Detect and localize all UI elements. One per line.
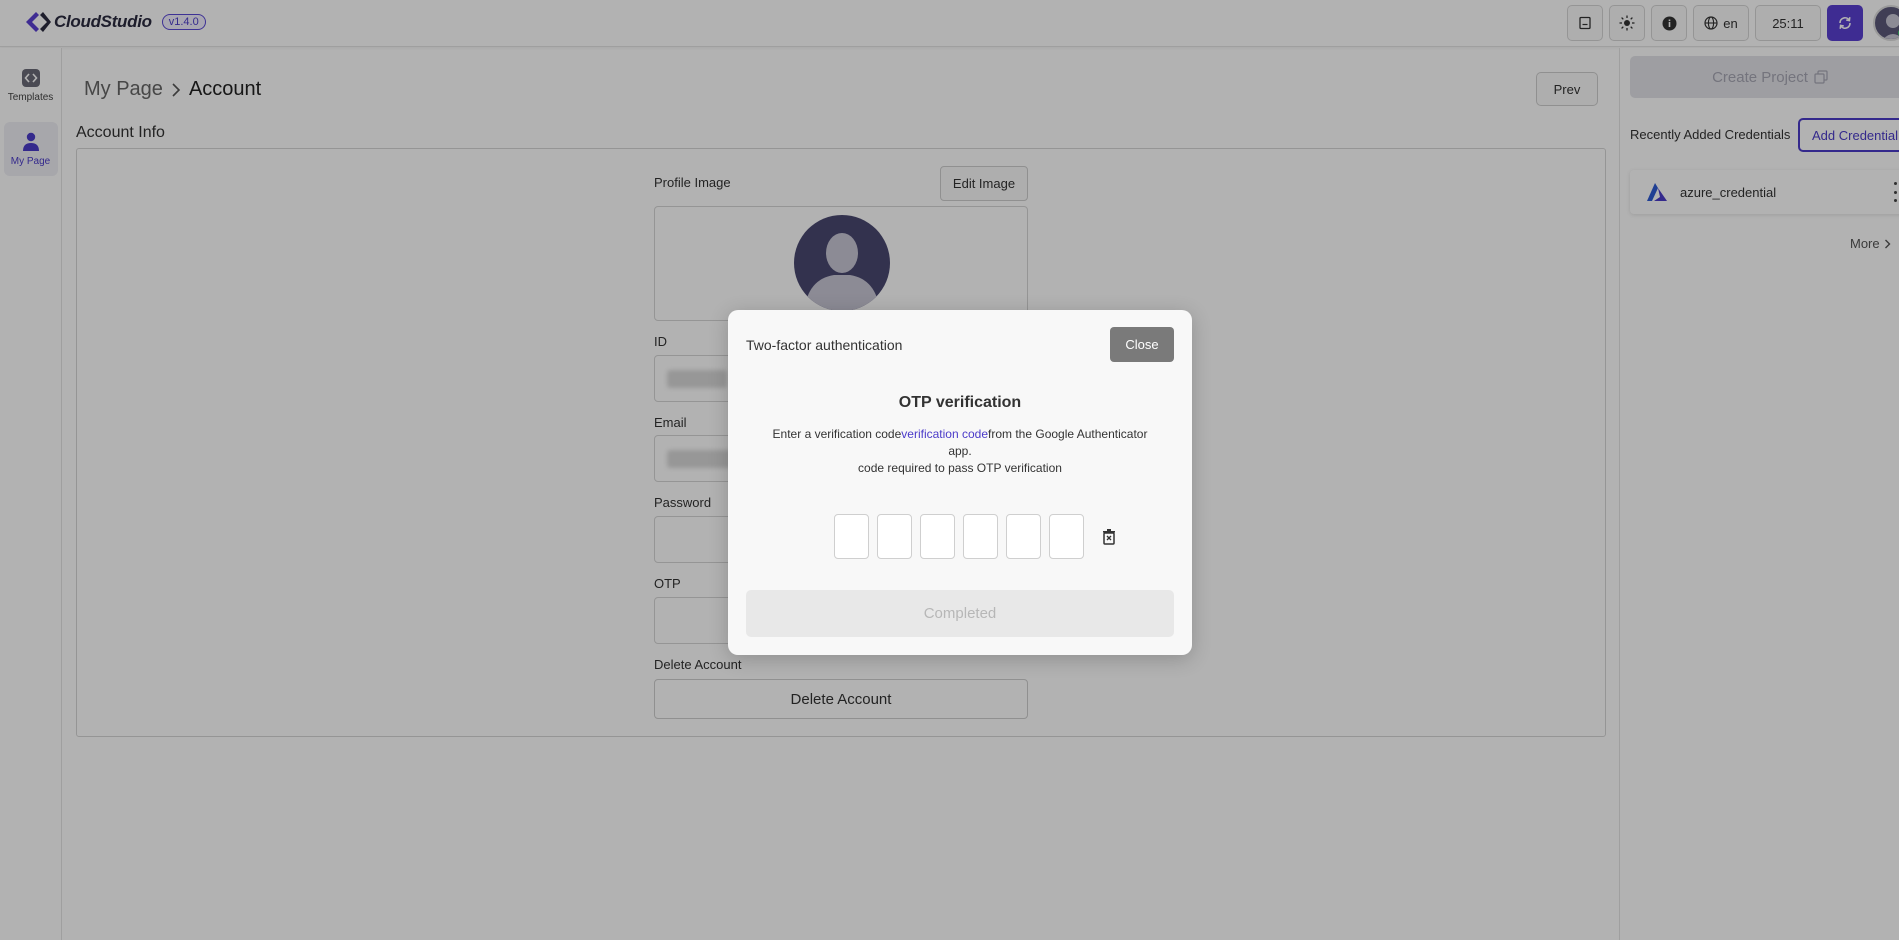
otp-desc-line2: code required to pass OTP verification (858, 461, 1062, 475)
otp-heading: OTP verification (898, 394, 1022, 411)
otp-digit-input[interactable] (834, 514, 869, 559)
otp-desc-part1: Enter a verification code (772, 427, 902, 441)
otp-input-row (834, 514, 1118, 559)
otp-digit-input[interactable] (1049, 514, 1084, 559)
close-button[interactable]: Close (1110, 327, 1174, 362)
completed-button[interactable]: Completed (746, 590, 1174, 637)
two-factor-modal: Two-factor authentication Close OTP veri… (728, 310, 1192, 655)
otp-digit-input[interactable] (1006, 514, 1041, 559)
modal-title: Two-factor authentication (746, 337, 903, 353)
otp-desc-highlight: verification code (901, 427, 989, 441)
otp-digit-input[interactable] (963, 514, 998, 559)
otp-digit-input[interactable] (877, 514, 912, 559)
trash-icon[interactable] (1100, 528, 1118, 546)
otp-description: Enter a verification codeverification co… (768, 426, 1152, 477)
otp-digit-input[interactable] (920, 514, 955, 559)
